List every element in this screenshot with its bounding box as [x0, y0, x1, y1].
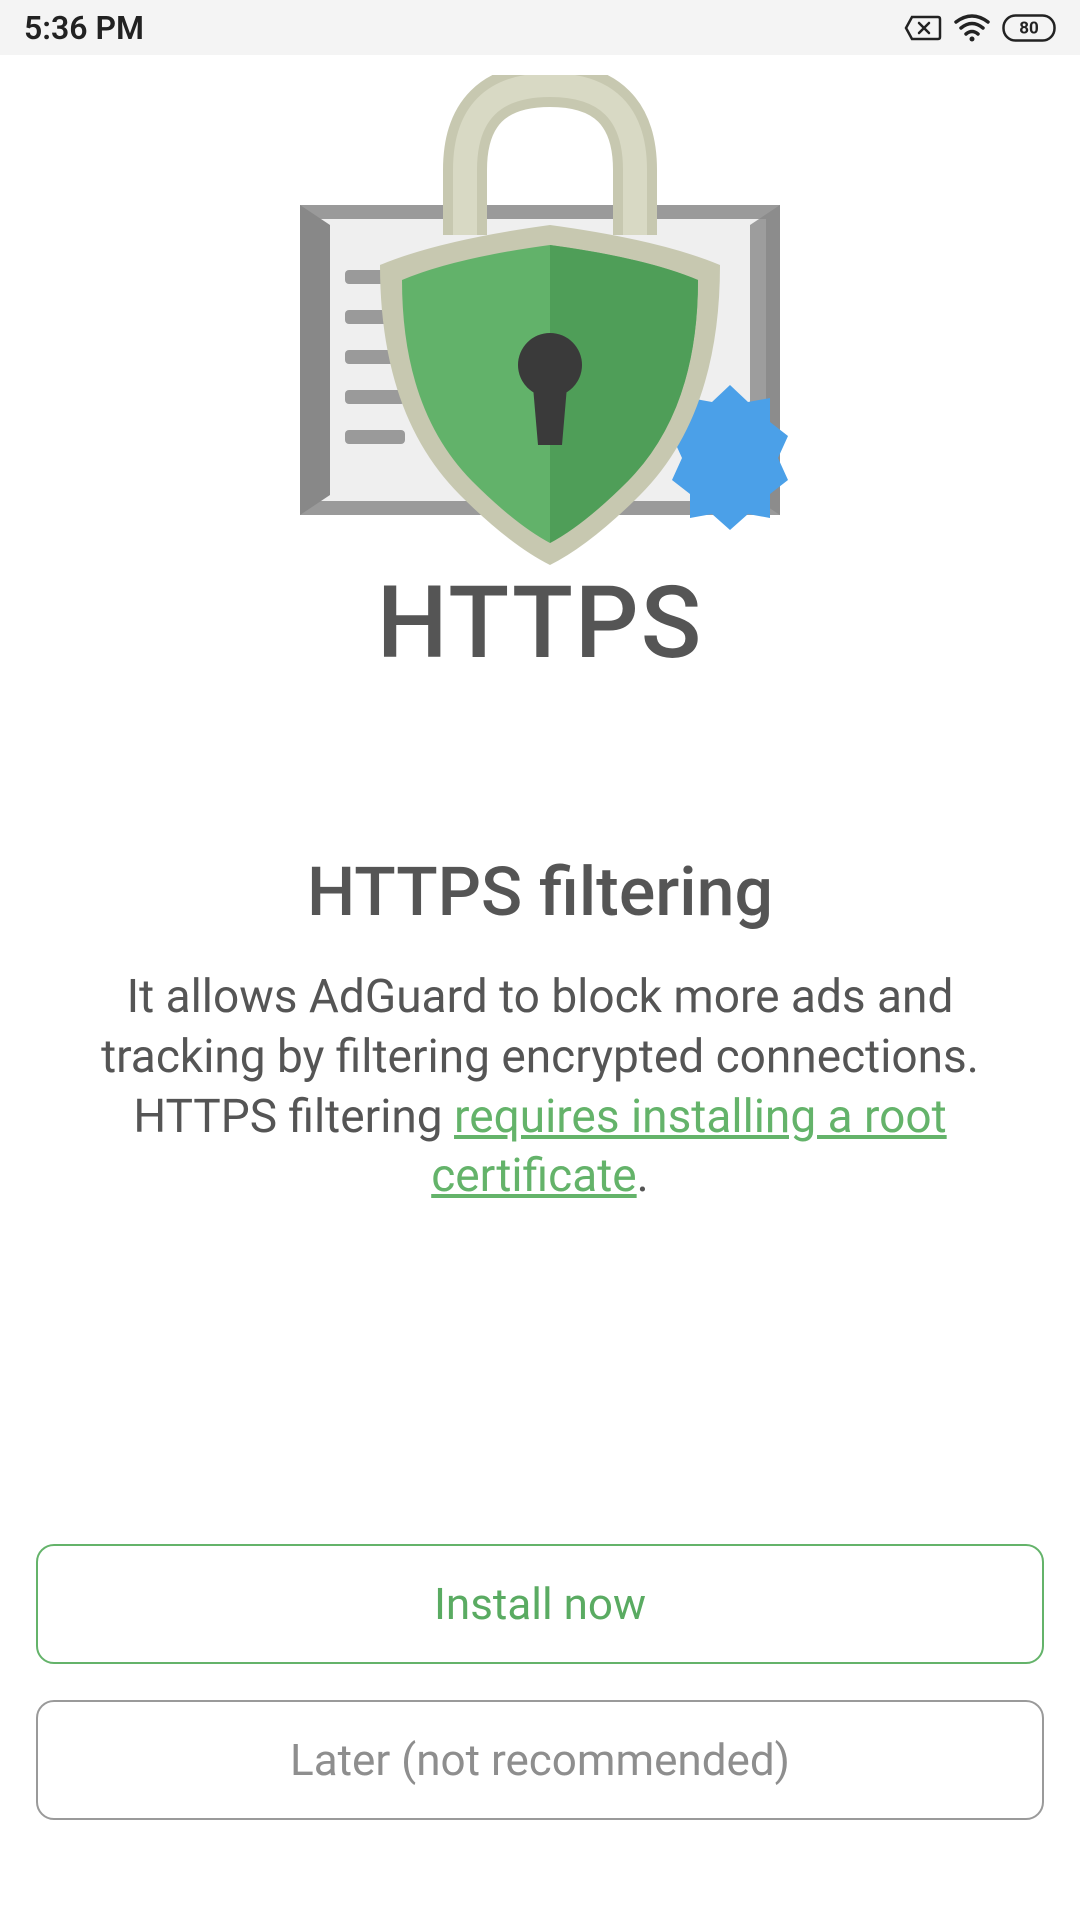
sim-close-icon	[904, 15, 942, 41]
wifi-icon	[954, 14, 990, 42]
section-title: HTTPS filtering	[307, 852, 773, 932]
status-bar: 5:36 PM 80	[0, 0, 1080, 55]
status-time: 5:36 PM	[24, 9, 144, 47]
hero-illustration	[210, 75, 870, 585]
button-group: Install now Later (not recommended)	[36, 1544, 1044, 1820]
status-icons: 80	[904, 14, 1056, 42]
battery-icon: 80	[1002, 14, 1056, 42]
root-cert-link[interactable]: requires installing a root certificate	[431, 1090, 946, 1204]
battery-level: 80	[1019, 18, 1039, 38]
install-now-button[interactable]: Install now	[36, 1544, 1044, 1664]
later-button[interactable]: Later (not recommended)	[36, 1700, 1044, 1820]
description: It allows AdGuard to block more ads and …	[50, 968, 1030, 1207]
main-content: HTTPS HTTPS filtering It allows AdGuard …	[0, 55, 1080, 1207]
desc-text-2: .	[637, 1149, 649, 1203]
